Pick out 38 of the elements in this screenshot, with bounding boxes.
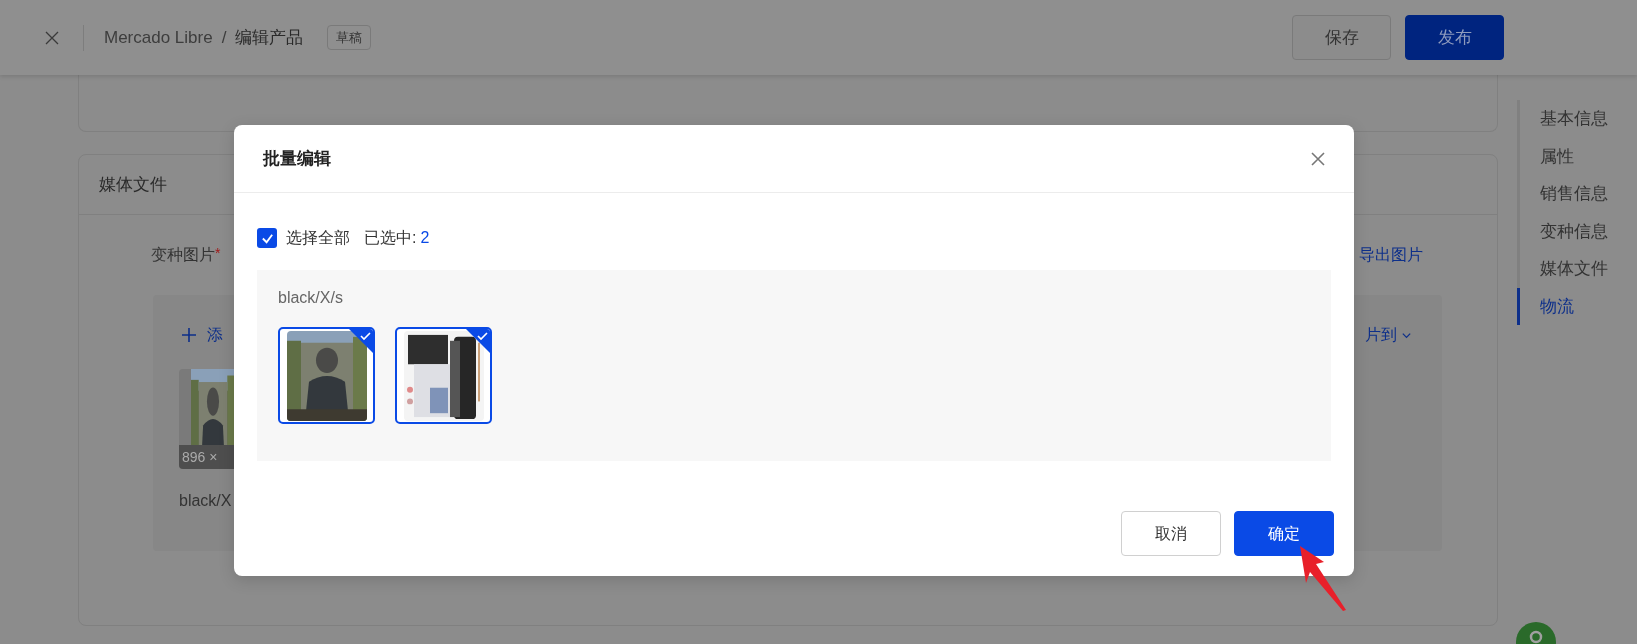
- check-icon: [260, 231, 274, 245]
- move-menu[interactable]: 片到: [1365, 323, 1397, 347]
- nav-item[interactable]: 物流: [1517, 287, 1608, 325]
- field-label: 变种图片: [151, 245, 215, 265]
- save-button[interactable]: 保存: [1292, 15, 1391, 60]
- image-thumbnail[interactable]: [395, 327, 492, 424]
- close-icon[interactable]: [44, 29, 60, 46]
- search-icon: [1529, 630, 1543, 644]
- nav-item[interactable]: 基本信息: [1517, 100, 1608, 138]
- annotation-arrow: [1298, 545, 1348, 611]
- nav-item[interactable]: 变种信息: [1517, 212, 1608, 250]
- cancel-button[interactable]: 取消: [1121, 511, 1221, 556]
- check-corner-icon: [349, 329, 373, 353]
- checkbox-label[interactable]: 选择全部: [286, 226, 350, 250]
- required-mark: *: [215, 244, 221, 261]
- select-all-checkbox[interactable]: [257, 228, 277, 248]
- variant-label: black/X: [179, 491, 233, 511]
- publish-button[interactable]: 发布: [1405, 15, 1504, 60]
- page-title: 编辑产品: [235, 26, 304, 49]
- image-size-label: 896 ×: [179, 445, 235, 469]
- plus-icon[interactable]: [181, 327, 197, 343]
- group-label: black/X/s: [278, 288, 344, 308]
- nav-item[interactable]: 媒体文件: [1517, 250, 1608, 288]
- breadcrumb-link[interactable]: Mercado Libre: [104, 24, 213, 51]
- selected-count: 2: [420, 228, 430, 248]
- close-icon[interactable]: [1310, 150, 1326, 167]
- nav-item[interactable]: 属性: [1517, 137, 1608, 175]
- dialog-title: 批量编辑: [263, 147, 331, 170]
- status-tag: 草稿: [327, 24, 372, 51]
- add-link[interactable]: 添: [207, 323, 223, 347]
- breadcrumb-separator: /: [221, 26, 227, 49]
- selected-count-label: 已选中:: [364, 228, 417, 248]
- check-corner-icon: [466, 329, 490, 353]
- card-title: 媒体文件: [99, 173, 167, 196]
- nav-item[interactable]: 销售信息: [1517, 175, 1608, 213]
- export-link[interactable]: 导出图片: [1359, 243, 1423, 267]
- image-thumbnail[interactable]: [278, 327, 375, 424]
- confirm-button[interactable]: 确定: [1234, 511, 1334, 556]
